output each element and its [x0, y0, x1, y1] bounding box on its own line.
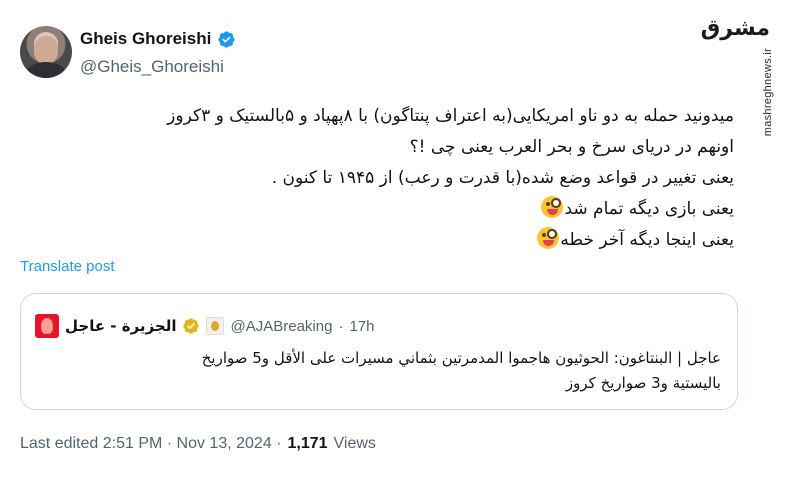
- avatar-body: [26, 62, 66, 78]
- quoted-tweet-header: الجزيرة - عاجل @AJABreaking · 17h: [35, 314, 374, 338]
- winking-tongue-emoji-icon: [541, 196, 564, 218]
- quoted-line: عاجل | البنتاغون: الحوثيون هاجموا المدمر…: [201, 349, 721, 367]
- tweet-line-text: یعنی اینجا دیگه آخر خطه: [560, 230, 734, 250]
- tweet-text: میدونید حمله به دو ناو امریکایی(به اعترا…: [94, 101, 734, 256]
- quoted-display-name[interactable]: الجزيرة - عاجل: [65, 317, 176, 335]
- winking-tongue-emoji-icon: [537, 227, 560, 249]
- verified-badge-icon[interactable]: [217, 30, 236, 49]
- views-label: Views: [333, 435, 376, 452]
- affiliate-logo-icon[interactable]: [206, 317, 225, 335]
- separator-dot: ·: [338, 317, 344, 335]
- watermark: مشرق mashreghnews.ir: [701, 6, 792, 136]
- quoted-tweet[interactable]: الجزيرة - عاجل @AJABreaking · 17h عاجل |…: [20, 293, 738, 410]
- tweet-line: اونهم در دریای سرخ و بحر العرب یعنی چی !…: [409, 137, 734, 157]
- tweet-line: یعنی تغییر در قواعد وضع شده(با قدرت و رع…: [271, 168, 734, 188]
- tweet-meta: Last edited 2:51 PM · Nov 13, 2024 · 1,1…: [20, 435, 376, 453]
- watermark-logo: مشرق: [700, 16, 770, 41]
- display-name[interactable]: Gheis Ghoreishi: [80, 29, 211, 49]
- avatar[interactable]: [20, 26, 72, 78]
- user-handle[interactable]: @Gheis_Ghoreishi: [80, 57, 224, 77]
- tweet-header: Gheis Ghoreishi @Gheis_Ghoreishi: [20, 26, 720, 86]
- avatar-face: [34, 36, 58, 64]
- edited-timestamp[interactable]: Last edited 2:51 PM · Nov 13, 2024 ·: [20, 435, 281, 453]
- tweet-line-text: یعنی بازی دیگه تمام شد: [564, 199, 734, 219]
- aljazeera-avatar[interactable]: [35, 314, 59, 338]
- quoted-text: عاجل | البنتاغون: الحوثيون هاجموا المدمر…: [41, 346, 721, 396]
- translate-post-link[interactable]: Translate post: [20, 258, 115, 275]
- tweet-line-with-emoji: یعنی اینجا دیگه آخر خطه: [94, 225, 734, 256]
- tweet-line-with-emoji: یعنی بازی دیگه تمام شد: [94, 194, 734, 225]
- name-row: Gheis Ghoreishi: [80, 29, 236, 49]
- views-count: 1,171: [287, 435, 328, 452]
- tweet-line: میدونید حمله به دو ناو امریکایی(به اعترا…: [167, 106, 734, 126]
- watermark-url: mashreghnews.ir: [762, 48, 774, 137]
- quoted-line: باليستية و3 صواريخ كروز: [565, 374, 721, 392]
- quoted-handle[interactable]: @AJABreaking: [230, 318, 332, 335]
- quoted-time[interactable]: 17h: [349, 318, 374, 335]
- gold-verified-badge-icon[interactable]: [182, 317, 200, 335]
